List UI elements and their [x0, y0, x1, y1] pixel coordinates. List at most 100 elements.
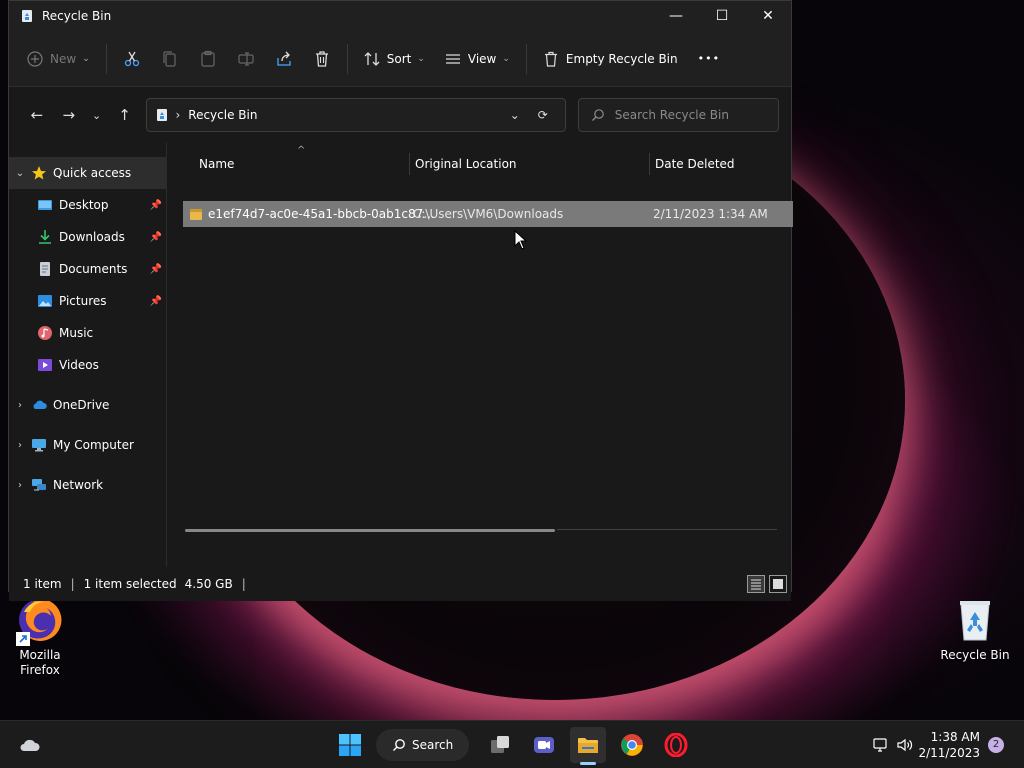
status-divider: |: [241, 577, 246, 591]
view-button-label: View: [467, 51, 497, 66]
tiles-view-icon: [773, 579, 783, 589]
up-button[interactable]: ↑: [109, 99, 141, 131]
opera-taskbar-button[interactable]: [660, 729, 692, 761]
file-list: Name ^ Original Location Date Deleted e1…: [167, 143, 793, 567]
chrome-icon: [621, 734, 643, 756]
minimize-button[interactable]: —: [653, 1, 699, 31]
tree-item-onedrive[interactable]: › OneDrive: [9, 389, 166, 421]
weather-cloud-icon: [20, 739, 40, 751]
task-view-button[interactable]: [484, 729, 516, 761]
details-view-button[interactable]: [747, 575, 765, 593]
tree-item-music[interactable]: Music: [9, 317, 166, 349]
tree-item-label: OneDrive: [53, 398, 110, 412]
recycle-bin-icon: [951, 596, 999, 644]
volume-icon[interactable]: [894, 729, 916, 761]
network-status-icon[interactable]: [870, 729, 892, 761]
back-button[interactable]: ←: [21, 99, 53, 131]
file-name: e1ef74d7-ac0e-45a1-bbcb-0ab1c87...: [208, 207, 435, 221]
weather-widget-button[interactable]: [14, 729, 46, 761]
new-button[interactable]: New ⌄: [17, 41, 100, 77]
more-options-button[interactable]: •••: [688, 41, 730, 77]
tree-item-pictures[interactable]: Pictures 📌: [9, 285, 166, 317]
tree-item-my-computer[interactable]: › My Computer: [9, 429, 166, 461]
rename-icon: [238, 51, 254, 66]
toolbar-divider: [105, 43, 107, 74]
details-view-icon: [751, 579, 761, 590]
tree-item-desktop[interactable]: Desktop 📌: [9, 189, 166, 221]
computer-icon: [32, 439, 46, 452]
recent-locations-button[interactable]: ⌄: [85, 99, 109, 131]
title-bar[interactable]: Recycle Bin — ☐ ✕: [9, 1, 791, 31]
status-size: 4.50 GB: [184, 577, 233, 591]
breadcrumb-chevron-icon: ›: [175, 108, 181, 122]
archive-file-icon: [190, 209, 202, 220]
tree-item-quick-access[interactable]: ⌄ Quick access: [9, 157, 166, 189]
toolbar-divider: [525, 43, 527, 74]
close-button[interactable]: ✕: [745, 1, 791, 31]
clock-time: 1:38 AM: [930, 730, 980, 744]
chat-icon: [534, 737, 554, 753]
navigation-pane: ⌄ Quick access Desktop 📌 Downloads 📌 Doc…: [9, 143, 167, 567]
tree-item-label: Desktop: [59, 198, 109, 212]
share-button[interactable]: [265, 41, 303, 77]
start-button[interactable]: [334, 729, 366, 761]
command-bar: New ⌄ Sort ⌄ View ⌄ Empty Recycle Bin ••…: [9, 31, 791, 87]
star-icon: [32, 166, 46, 180]
refresh-icon: ⟳: [537, 108, 548, 122]
address-bar[interactable]: › Recycle Bin ⌄ ⟳: [146, 98, 566, 132]
file-explorer-taskbar-button[interactable]: [570, 727, 606, 765]
desktop-icon-firefox[interactable]: Mozilla Firefox: [2, 596, 78, 678]
network-icon: [32, 479, 46, 491]
column-divider[interactable]: [409, 153, 410, 175]
horizontal-scrollbar[interactable]: [185, 529, 555, 532]
column-header-date-deleted[interactable]: Date Deleted: [655, 157, 735, 171]
share-icon: [277, 51, 291, 66]
pin-icon: 📌: [149, 231, 162, 243]
column-divider[interactable]: [649, 153, 650, 175]
refresh-button[interactable]: ⟳: [529, 108, 557, 122]
videos-icon: [38, 359, 52, 371]
empty-recycle-bin-button[interactable]: Empty Recycle Bin: [533, 41, 688, 77]
trash-icon: [315, 50, 328, 67]
plus-circle-icon: [27, 50, 43, 67]
cut-button[interactable]: [113, 41, 151, 77]
rename-button[interactable]: [227, 41, 265, 77]
column-header-original-location[interactable]: Original Location: [415, 157, 517, 171]
taskbar-search-button[interactable]: Search: [376, 729, 470, 761]
copy-button[interactable]: [151, 41, 189, 77]
tiles-view-button[interactable]: [769, 575, 787, 593]
teams-chat-button[interactable]: [528, 729, 560, 761]
scissors-icon: [124, 51, 139, 66]
view-lines-icon: [445, 53, 460, 64]
paste-button[interactable]: [189, 41, 227, 77]
column-header-name[interactable]: Name: [199, 157, 234, 171]
delete-button[interactable]: [303, 41, 341, 77]
sort-button[interactable]: Sort ⌄: [354, 41, 435, 77]
arrow-up-icon: ↑: [118, 106, 131, 124]
desktop-icon-recycle-bin[interactable]: Recycle Bin: [937, 596, 1013, 663]
tree-item-videos[interactable]: Videos: [9, 349, 166, 381]
chrome-taskbar-button[interactable]: [616, 729, 648, 761]
status-divider: |: [70, 577, 75, 591]
breadcrumb[interactable]: Recycle Bin: [188, 108, 500, 122]
view-button[interactable]: View ⌄: [435, 41, 520, 77]
maximize-button[interactable]: ☐: [699, 1, 745, 31]
notification-badge[interactable]: 2: [988, 737, 1004, 753]
forward-button[interactable]: →: [53, 99, 85, 131]
taskbar: Search 1:38 AM 2/11/2023 2: [0, 720, 1024, 768]
folder-icon: [578, 738, 598, 753]
address-dropdown-button[interactable]: ⌄: [501, 108, 529, 122]
taskbar-clock[interactable]: 1:38 AM 2/11/2023: [918, 729, 980, 761]
tree-item-network[interactable]: › Network: [9, 469, 166, 501]
tree-item-downloads[interactable]: Downloads 📌: [9, 221, 166, 253]
pictures-icon: [38, 295, 52, 307]
empty-recycle-bin-label: Empty Recycle Bin: [565, 51, 678, 66]
tree-item-label: Downloads: [59, 230, 125, 244]
tree-item-documents[interactable]: Documents 📌: [9, 253, 166, 285]
firefox-icon: [16, 596, 64, 646]
status-selected: 1 item selected: [83, 577, 177, 591]
table-row[interactable]: e1ef74d7-ac0e-45a1-bbcb-0ab1c87... C:\Us…: [183, 201, 793, 227]
search-input[interactable]: [614, 108, 765, 122]
chevron-down-icon: ⌄: [417, 53, 425, 64]
search-box[interactable]: [577, 98, 779, 132]
